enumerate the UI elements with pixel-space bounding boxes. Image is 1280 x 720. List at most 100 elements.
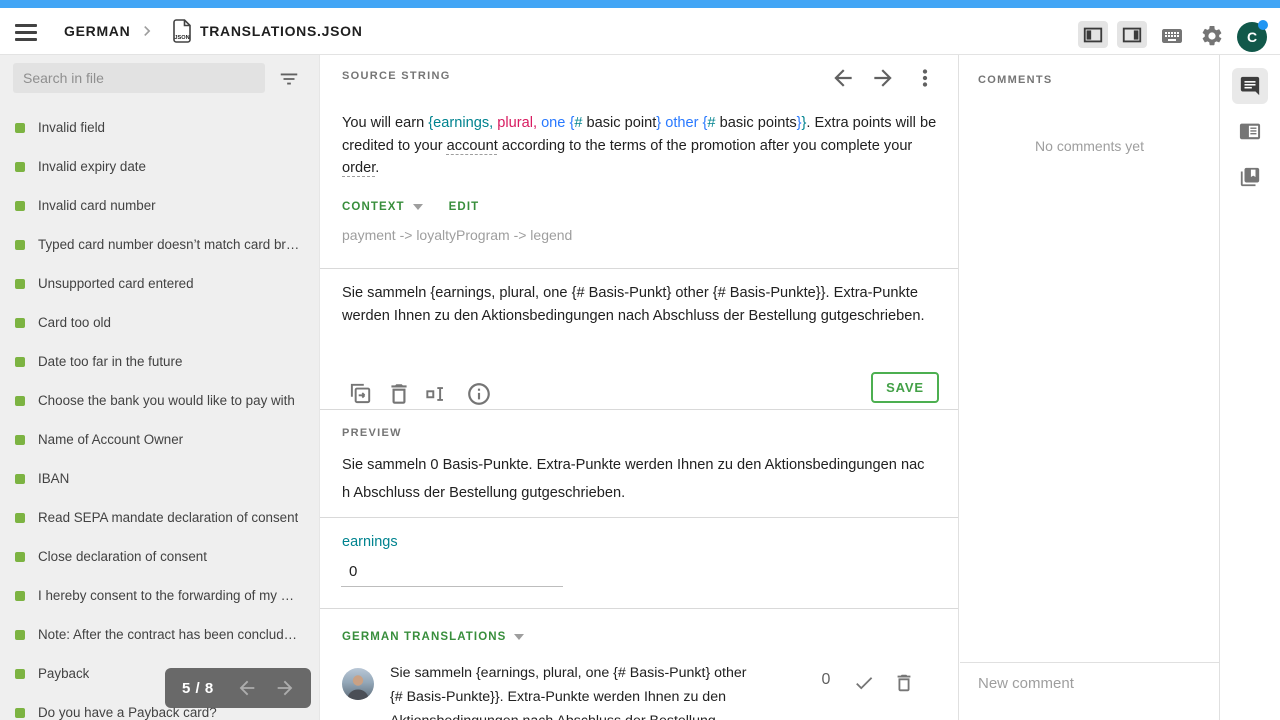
- sidebar-key-item[interactable]: Date too far in the future: [0, 342, 320, 381]
- suggestion-line: Aktionsbedingungen nach Abschluss der Be…: [390, 709, 782, 720]
- divider: [320, 268, 959, 269]
- translated-status-icon: [15, 669, 25, 679]
- select-text-icon[interactable]: [423, 381, 449, 407]
- source-token: basic point: [582, 115, 656, 131]
- copy-source-icon[interactable]: [347, 381, 373, 407]
- sidebar-key-item[interactable]: Close declaration of consent: [0, 537, 320, 576]
- translated-status-icon: [15, 279, 25, 289]
- translated-status-icon: [15, 357, 25, 367]
- context-edit-button[interactable]: EDIT: [449, 201, 480, 213]
- glossary-tab[interactable]: [1232, 159, 1268, 195]
- suggestions-dropdown-icon[interactable]: [514, 634, 524, 640]
- translated-status-icon: [15, 474, 25, 484]
- sidebar-key-item[interactable]: Name of Account Owner: [0, 420, 320, 459]
- delete-translation-icon[interactable]: [386, 381, 412, 407]
- translated-status-icon: [15, 708, 25, 718]
- translated-status-icon: [15, 435, 25, 445]
- source-token: order: [342, 160, 375, 176]
- breadcrumb-chevron-icon: [137, 21, 157, 41]
- sidebar-key-item[interactable]: Invalid expiry date: [0, 147, 320, 186]
- more-options-icon[interactable]: [912, 65, 938, 91]
- next-string-icon[interactable]: [870, 65, 896, 91]
- source-token: } other {: [656, 115, 707, 131]
- reader-mode-tab[interactable]: [1232, 113, 1268, 149]
- sidebar-key-label: Typed card number doesn’t match card br…: [38, 237, 299, 252]
- sidebar-key-label: Payback: [38, 666, 89, 681]
- sidebar-key-item[interactable]: Typed card number doesn’t match card br…: [0, 225, 320, 264]
- sidebar-key-label: IBAN: [38, 471, 69, 486]
- divider: [320, 608, 959, 609]
- preview-param-name: earnings: [342, 534, 398, 550]
- sidebar-key-item[interactable]: Note: After the contract has been conclu…: [0, 615, 320, 654]
- sidebar-key-label: Close declaration of consent: [38, 549, 207, 564]
- comments-tab-icon: [1239, 75, 1261, 97]
- preview-label: PREVIEW: [342, 427, 402, 439]
- context-path: payment -> loyaltyProgram -> legend: [342, 227, 572, 243]
- panel-left-icon: [1082, 24, 1104, 46]
- search-box: [13, 63, 265, 93]
- source-token: .: [375, 160, 379, 176]
- translated-status-icon: [15, 552, 25, 562]
- previous-string-icon[interactable]: [830, 65, 856, 91]
- divider: [960, 662, 1220, 663]
- comments-label: COMMENTS: [978, 74, 1053, 86]
- suggestion-avatar-image: [342, 668, 374, 700]
- preview-param-input[interactable]: [341, 557, 563, 587]
- toggle-right-panel-button[interactable]: [1117, 21, 1147, 48]
- svg-text:JSON: JSON: [174, 35, 189, 41]
- settings-gear-icon[interactable]: [1200, 24, 1224, 48]
- source-token: {earnings,: [428, 115, 493, 131]
- sidebar-key-item[interactable]: Choose the bank you would like to pay wi…: [0, 381, 320, 420]
- context-dropdown-icon[interactable]: [413, 204, 423, 210]
- suggestion-line: Sie sammeln {earnings, plural, one {# Ba…: [390, 661, 782, 685]
- filter-icon[interactable]: [278, 68, 300, 90]
- pagination-forward-icon[interactable]: [274, 677, 296, 699]
- search-input[interactable]: [13, 70, 265, 86]
- suggestion-text[interactable]: Sie sammeln {earnings, plural, one {# Ba…: [390, 661, 782, 720]
- sidebar-key-label: Unsupported card entered: [38, 276, 194, 291]
- sidebar-key-label: Card too old: [38, 315, 111, 330]
- preview-text: Sie sammeln 0 Basis-Punkte. Extra-Punkte…: [342, 451, 942, 507]
- translated-status-icon: [15, 591, 25, 601]
- approve-suggestion-icon[interactable]: [853, 672, 875, 694]
- translation-editor[interactable]: Sie sammeln {earnings, plural, one {# Ba…: [342, 282, 942, 327]
- sidebar-key-label: Name of Account Owner: [38, 432, 183, 447]
- pagination-back-icon[interactable]: [236, 677, 258, 699]
- suggestions-label[interactable]: GERMAN TRANSLATIONS: [342, 631, 506, 643]
- info-icon[interactable]: [466, 381, 492, 407]
- sidebar-key-item[interactable]: I hereby consent to the forwarding of my…: [0, 576, 320, 615]
- save-button[interactable]: SAVE: [871, 372, 939, 403]
- glossary-tab-icon: [1239, 166, 1261, 188]
- sidebar-key-label: Read SEPA mandate declaration of consent: [38, 510, 298, 525]
- comments-panel: COMMENTS No comments yet: [960, 55, 1220, 720]
- toolbar: GERMAN JSON TRANSLATIONS.JSON C: [0, 8, 1280, 55]
- sidebar-key-label: Invalid expiry date: [38, 159, 146, 174]
- sidebar-key-item[interactable]: IBAN: [0, 459, 320, 498]
- suggestions-header: GERMAN TRANSLATIONS: [342, 631, 524, 643]
- keyboard-icon[interactable]: [1160, 24, 1184, 48]
- context-dropdown[interactable]: CONTEXT: [342, 201, 405, 213]
- source-string-label: SOURCE STRING: [342, 70, 451, 82]
- sidebar-key-item[interactable]: Invalid field: [0, 108, 320, 147]
- breadcrumb-project[interactable]: GERMAN: [64, 8, 130, 54]
- sidebar-key-list: Invalid field Invalid expiry date Invalid …: [0, 108, 320, 720]
- context-row: CONTEXT EDIT: [342, 201, 479, 213]
- source-token: plural,: [497, 115, 537, 131]
- editor-panel: SOURCE STRING You will earn {earnings, p…: [320, 55, 959, 720]
- toggle-left-panel-button[interactable]: [1078, 21, 1108, 48]
- breadcrumb-file[interactable]: TRANSLATIONS.JSON: [200, 8, 363, 54]
- new-comment-input[interactable]: [978, 675, 1202, 692]
- sidebar: Invalid field Invalid expiry date Invalid …: [0, 55, 320, 720]
- sidebar-key-item[interactable]: Invalid card number: [0, 186, 320, 225]
- sidebar-key-label: Date too far in the future: [38, 354, 182, 369]
- sidebar-key-item[interactable]: Read SEPA mandate declaration of consent: [0, 498, 320, 537]
- sidebar-key-item[interactable]: Unsupported card entered: [0, 264, 320, 303]
- sidebar-key-item[interactable]: Card too old: [0, 303, 320, 342]
- comments-tab[interactable]: [1232, 68, 1268, 104]
- delete-suggestion-icon[interactable]: [893, 672, 915, 694]
- sidebar-key-label: Note: After the contract has been conclu…: [38, 627, 297, 642]
- menu-icon[interactable]: [15, 20, 39, 44]
- source-string-text: You will earn {earnings, plural, one {# …: [342, 112, 938, 180]
- reader-mode-tab-icon: [1239, 120, 1261, 142]
- pagination-overlay: 5 / 8: [165, 668, 311, 708]
